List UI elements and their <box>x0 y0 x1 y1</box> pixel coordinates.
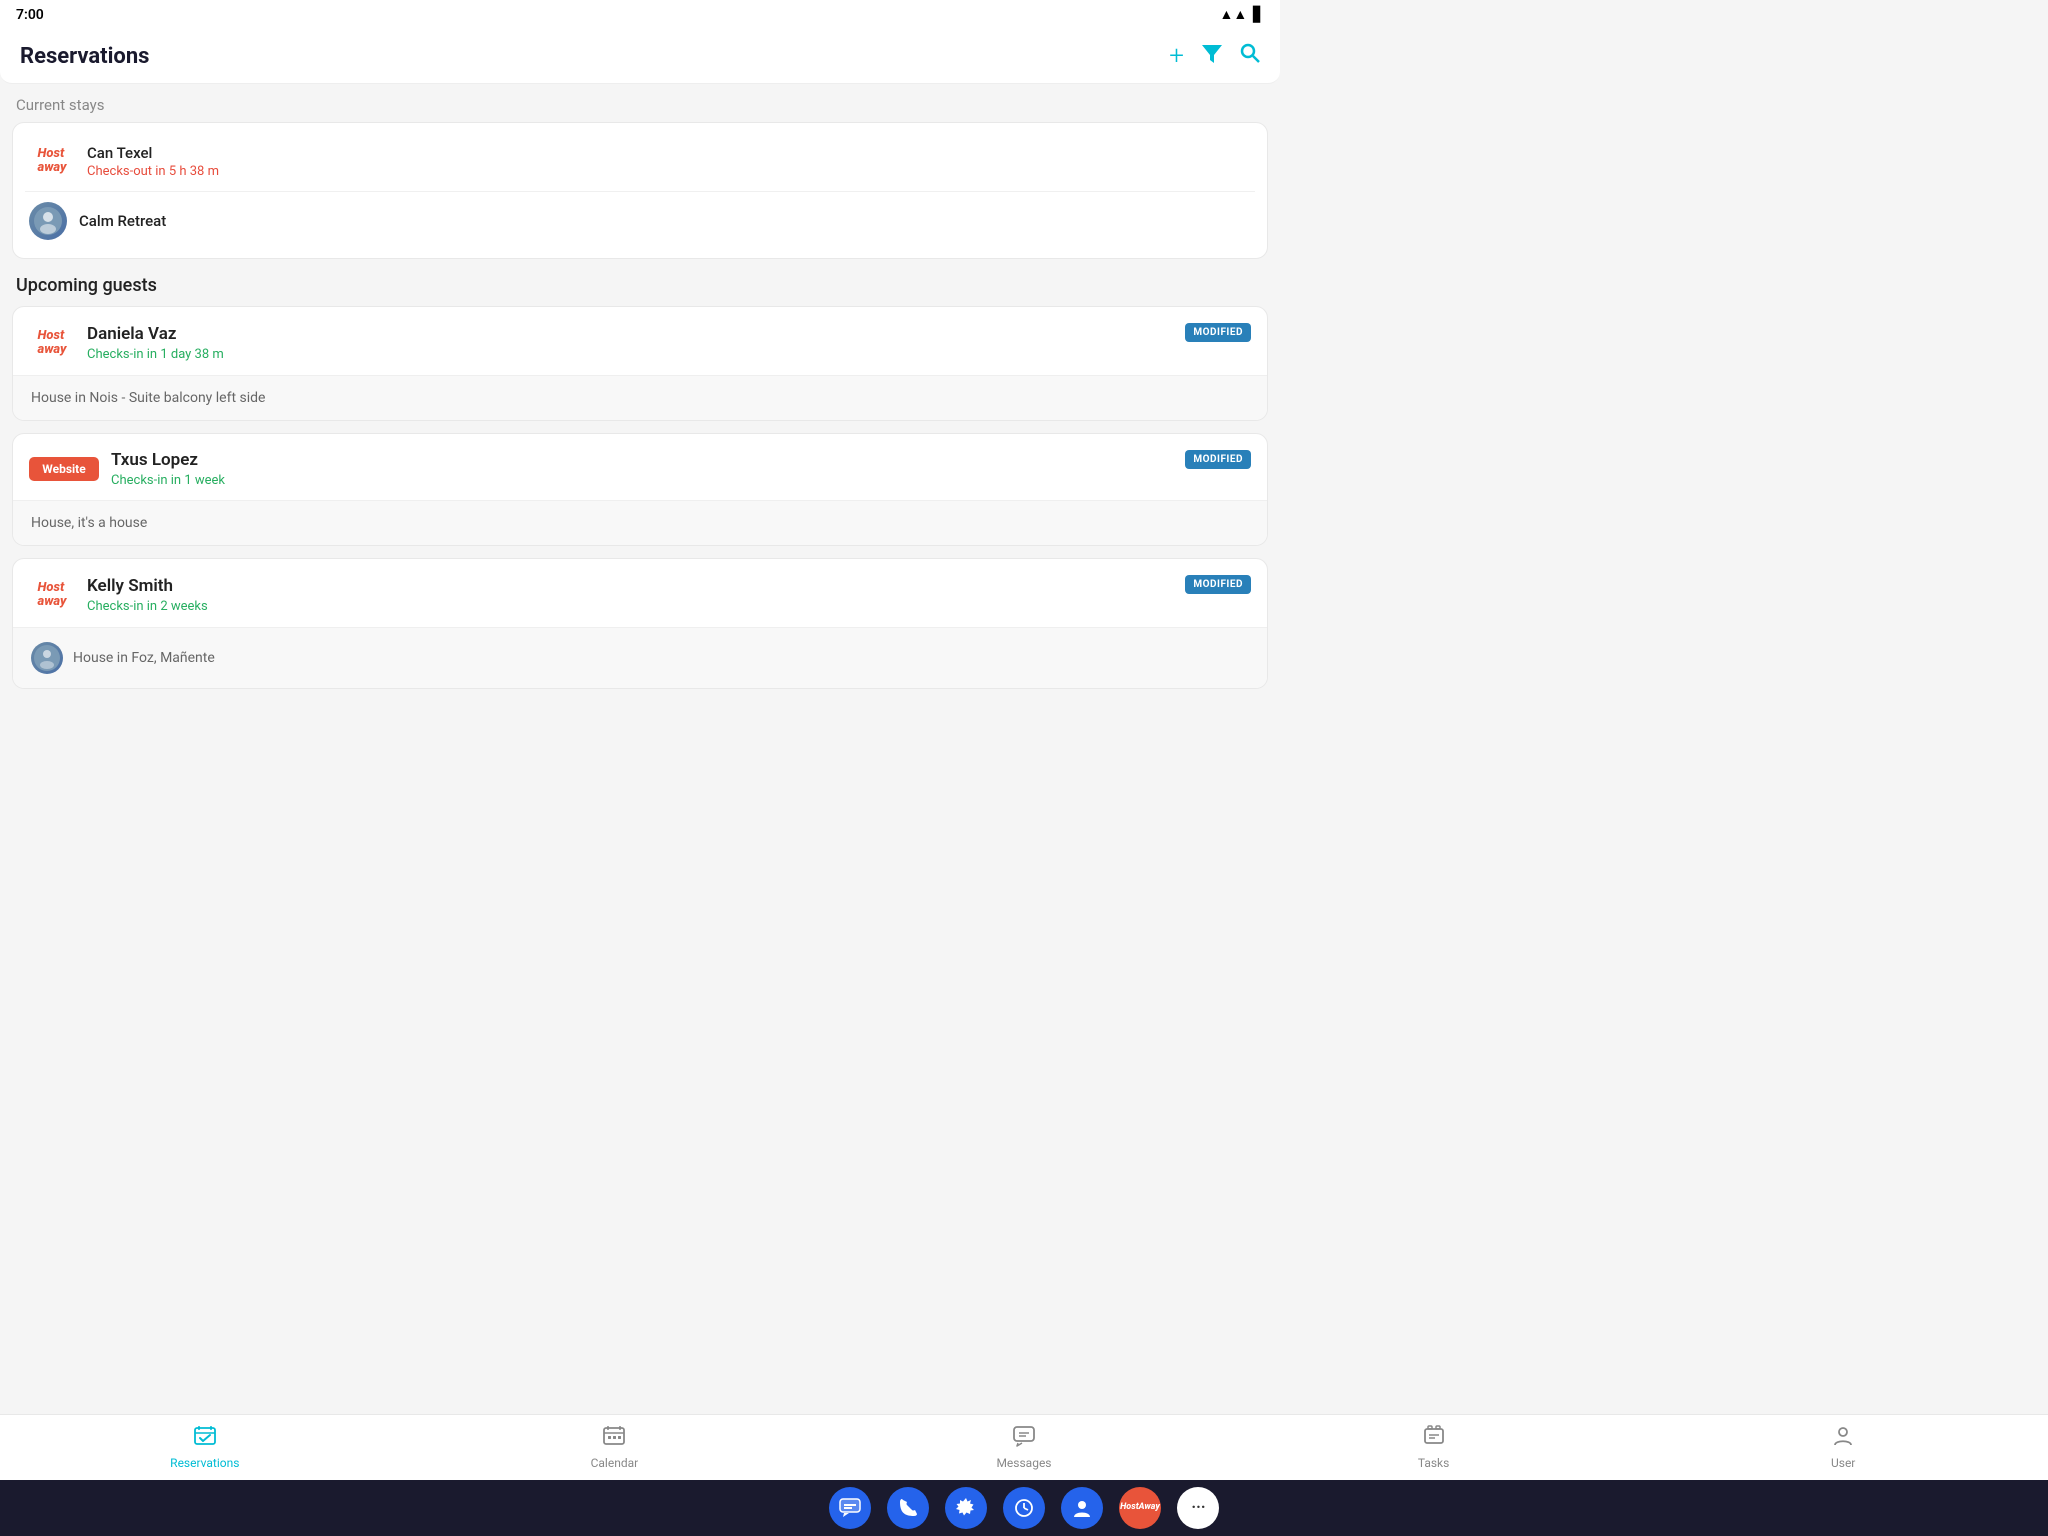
dock-person-icon[interactable] <box>1061 1487 1103 1529</box>
messages-nav-label: Messages <box>996 1456 1051 1470</box>
hostaway-logo-daniela: Host away <box>29 323 75 363</box>
daniela-modified-badge: MODIFIED <box>1185 323 1251 342</box>
daniela-guest-info: Daniela Vaz Checks-in in 1 day 38 m <box>87 324 224 362</box>
main-content: Current stays Host away Can Texel Checks… <box>0 96 1280 821</box>
kelly-property-name: House in Foz, Mañente <box>73 650 215 666</box>
status-bar: 7:00 ▲▲ ▋ <box>0 0 1280 29</box>
dock-chat-icon[interactable] <box>829 1487 871 1529</box>
website-badge-txus: Website <box>29 457 99 481</box>
can-texel-status: Checks-out in 5 h 38 m <box>87 164 219 179</box>
hostaway-logo-cantexel: Host away <box>29 141 75 181</box>
status-time: 7:00 <box>16 7 44 23</box>
txus-name: Txus Lopez <box>111 450 225 470</box>
reservation-header-daniela: Host away Daniela Vaz Checks-in in 1 day… <box>13 307 1267 375</box>
daniela-name: Daniela Vaz <box>87 324 224 344</box>
app-header: Reservations + <box>0 29 1280 84</box>
user-nav-icon <box>1832 1425 1854 1452</box>
kelly-modified-badge: MODIFIED <box>1185 575 1251 594</box>
reservation-card-daniela[interactable]: Host away Daniela Vaz Checks-in in 1 day… <box>12 306 1268 421</box>
reservations-nav-icon <box>194 1425 216 1452</box>
page-title: Reservations <box>20 44 149 69</box>
kelly-guest-info: Kelly Smith Checks-in in 2 weeks <box>87 576 208 614</box>
kelly-checkin: Checks-in in 2 weeks <box>87 599 208 614</box>
nav-item-calendar[interactable]: Calendar <box>574 1425 654 1470</box>
nav-item-reservations[interactable]: Reservations <box>165 1425 245 1470</box>
txus-property: House, it's a house <box>13 500 1267 545</box>
stay-item-calm-retreat[interactable]: Calm Retreat <box>25 191 1255 250</box>
reservation-header-kelly: Host away Kelly Smith Checks-in in 2 wee… <box>13 559 1267 627</box>
hostaway-logo-kelly: Host away <box>29 575 75 615</box>
tasks-nav-label: Tasks <box>1418 1456 1450 1470</box>
messages-nav-icon <box>1013 1425 1035 1452</box>
current-stays-label: Current stays <box>16 96 1264 114</box>
reservation-left-txus: Website Txus Lopez Checks-in in 1 week <box>29 450 225 488</box>
tasks-nav-icon <box>1423 1425 1445 1452</box>
user-nav-label: User <box>1831 1456 1855 1470</box>
calm-retreat-info: Calm Retreat <box>79 212 166 230</box>
nav-item-messages[interactable]: Messages <box>984 1425 1064 1470</box>
dock-hostaway-icon[interactable]: HostAway <box>1119 1487 1161 1529</box>
header-actions: + <box>1169 41 1260 71</box>
can-texel-name: Can Texel <box>87 144 219 162</box>
kelly-name: Kelly Smith <box>87 576 208 596</box>
reservation-left-daniela: Host away Daniela Vaz Checks-in in 1 day… <box>29 323 224 363</box>
can-texel-info: Can Texel Checks-out in 5 h 38 m <box>87 144 219 179</box>
reservation-header-txus: Website Txus Lopez Checks-in in 1 week M… <box>13 434 1267 500</box>
dock-dots-icon[interactable]: ··· <box>1177 1487 1219 1529</box>
current-stays-card: Host away Can Texel Checks-out in 5 h 38… <box>12 122 1268 259</box>
upcoming-guests-label: Upcoming guests <box>16 275 1264 296</box>
kelly-property-avatar <box>31 642 63 674</box>
reservation-card-txus[interactable]: Website Txus Lopez Checks-in in 1 week M… <box>12 433 1268 546</box>
stay-item-can-texel[interactable]: Host away Can Texel Checks-out in 5 h 38… <box>25 131 1255 191</box>
system-dock: HostAway ··· <box>0 1480 2048 1536</box>
calendar-nav-label: Calendar <box>591 1456 639 1470</box>
kelly-property: House in Foz, Mañente <box>13 627 1267 688</box>
reservations-nav-label: Reservations <box>170 1456 239 1470</box>
wifi-icon: ▲▲ <box>1220 6 1248 23</box>
txus-guest-info: Txus Lopez Checks-in in 1 week <box>111 450 225 488</box>
status-icons: ▲▲ ▋ <box>1220 6 1265 23</box>
nav-item-user[interactable]: User <box>1803 1425 1883 1470</box>
calm-retreat-name: Calm Retreat <box>79 212 166 230</box>
battery-icon: ▋ <box>1253 7 1264 23</box>
dock-settings-icon[interactable] <box>945 1487 987 1529</box>
calendar-nav-icon <box>603 1425 625 1452</box>
calm-retreat-avatar <box>29 202 67 240</box>
search-button[interactable] <box>1240 43 1260 69</box>
add-button[interactable]: + <box>1169 41 1184 71</box>
txus-checkin: Checks-in in 1 week <box>111 473 225 488</box>
nav-item-tasks[interactable]: Tasks <box>1394 1425 1474 1470</box>
reservation-card-kelly[interactable]: Host away Kelly Smith Checks-in in 2 wee… <box>12 558 1268 689</box>
dock-clock-icon[interactable] <box>1003 1487 1045 1529</box>
dock-phone-icon[interactable] <box>887 1487 929 1529</box>
daniela-property: House in Nois - Suite balcony left side <box>13 375 1267 420</box>
txus-modified-badge: MODIFIED <box>1185 450 1251 469</box>
filter-button[interactable] <box>1202 44 1222 69</box>
bottom-nav: Reservations Calendar Messages <box>0 1414 2048 1480</box>
daniela-checkin: Checks-in in 1 day 38 m <box>87 347 224 362</box>
reservation-left-kelly: Host away Kelly Smith Checks-in in 2 wee… <box>29 575 208 615</box>
